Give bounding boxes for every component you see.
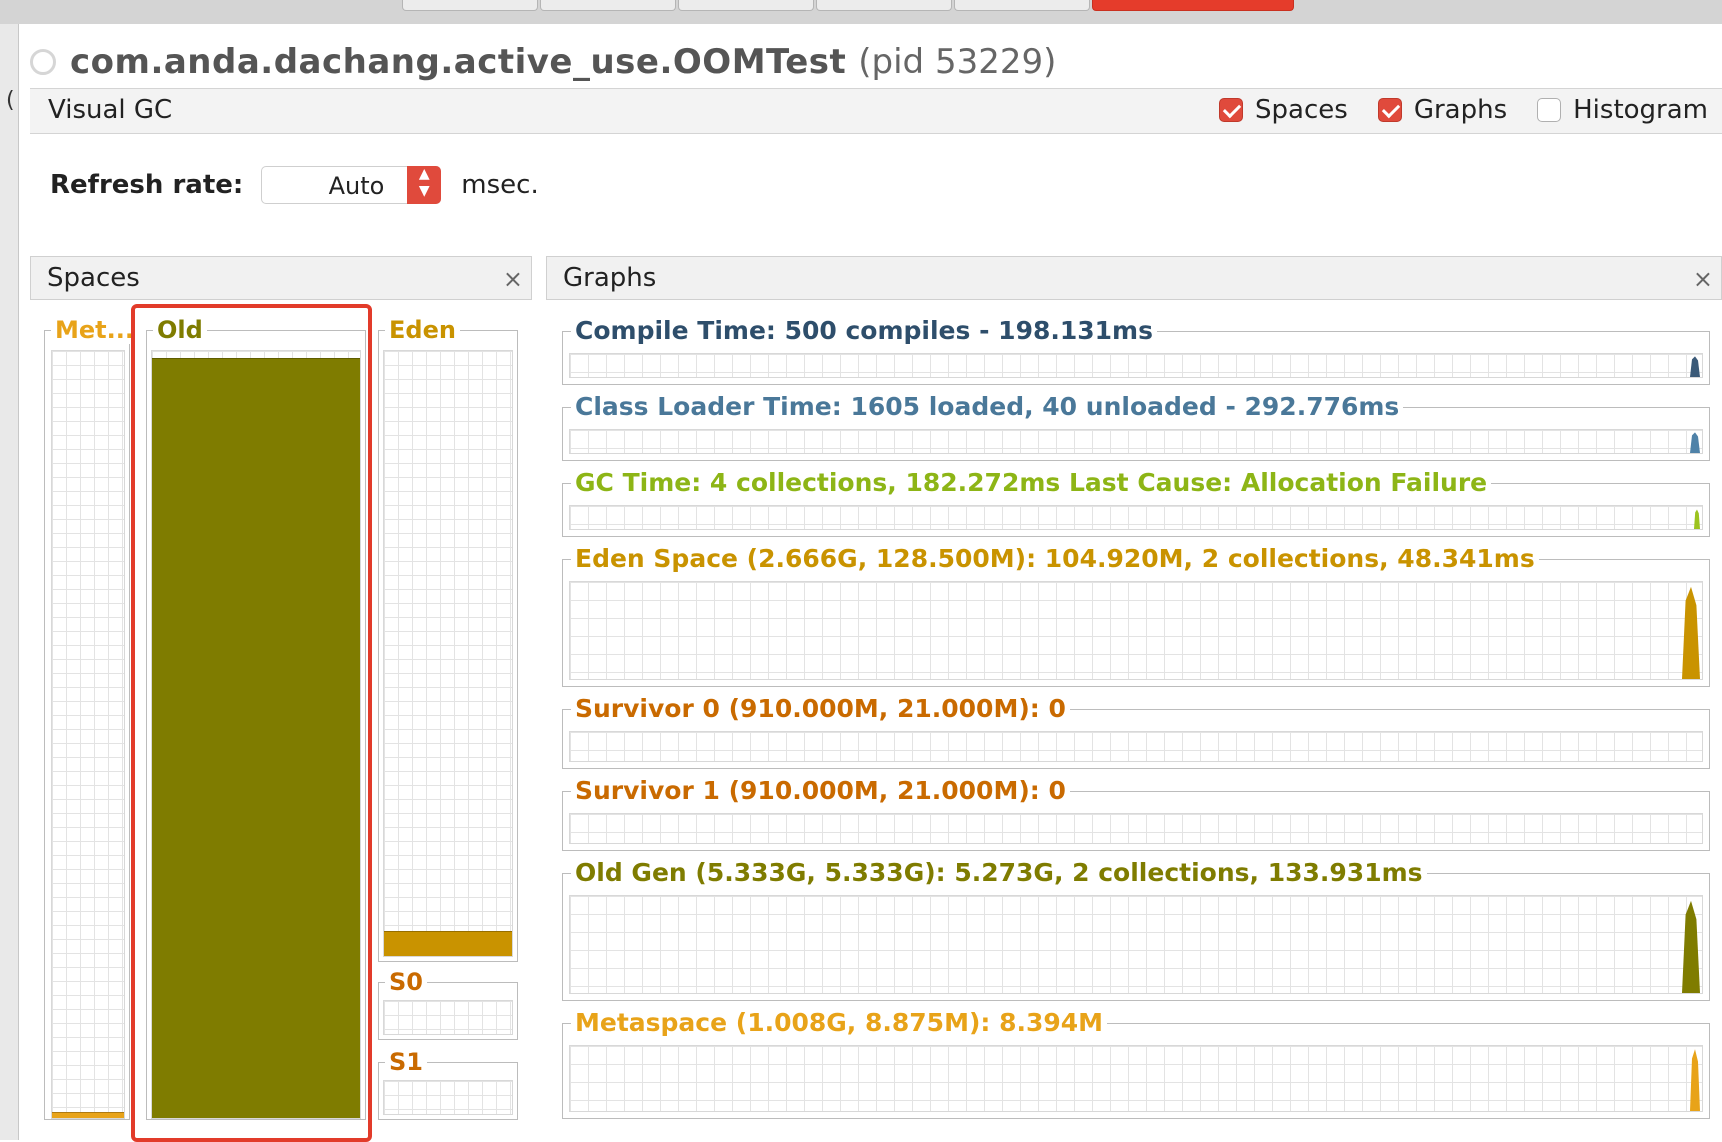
- space-s0-label: S0: [385, 968, 427, 996]
- space-eden-fill: [384, 930, 512, 956]
- top-tab[interactable]: [954, 0, 1090, 11]
- space-old-grid: [151, 350, 361, 1119]
- space-old: Old: [146, 316, 366, 1120]
- graph-compile-time-grid: [569, 353, 1703, 378]
- graph-survivor-1-title: Survivor 1 (910.000M, 21.000M): 0: [571, 776, 1070, 806]
- graph-eden-space: Eden Space (2.666G, 128.500M): 104.920M,…: [562, 544, 1710, 687]
- graph-old-gen-title: Old Gen (5.333G, 5.333G): 5.273G, 2 coll…: [571, 858, 1427, 888]
- stray-char: (: [6, 88, 15, 113]
- histogram-checkbox[interactable]: Histogram: [1537, 95, 1708, 125]
- checkbox-checked-icon[interactable]: [1377, 98, 1402, 122]
- histogram-checkbox-label: Histogram: [1573, 95, 1708, 125]
- space-s0: S0: [378, 968, 518, 1040]
- space-s0-grid: [383, 1000, 513, 1035]
- checkbox-unchecked-icon[interactable]: [1537, 98, 1562, 122]
- graph-metaspace-spike: [1690, 1049, 1700, 1111]
- graph-old-gen-grid: [569, 895, 1703, 994]
- graph-survivor-0-grid: [569, 731, 1703, 762]
- graph-class-loader-time-grid: [569, 429, 1703, 454]
- space-s1-label: S1: [385, 1048, 427, 1076]
- top-tab-strip: [0, 0, 1722, 24]
- refresh-rate-label: Refresh rate:: [50, 170, 244, 200]
- space-old-fill: [152, 357, 360, 1118]
- top-tab[interactable]: [402, 0, 538, 11]
- space-metaspace-label: Met...: [51, 316, 138, 344]
- refresh-rate-row: Refresh rate: Auto ▲ ▼ msec.: [50, 166, 539, 204]
- top-tab[interactable]: [816, 0, 952, 11]
- graph-metaspace-grid: [569, 1045, 1703, 1112]
- graph-old-gen: Old Gen (5.333G, 5.333G): 5.273G, 2 coll…: [562, 858, 1710, 1001]
- graph-metaspace: Metaspace (1.008G, 8.875M): 8.394M: [562, 1008, 1710, 1119]
- space-s1: S1: [378, 1048, 518, 1120]
- graph-compile-time-title: Compile Time: 500 compiles - 198.131ms: [571, 316, 1157, 346]
- refresh-rate-select[interactable]: Auto ▲ ▼: [261, 166, 442, 204]
- graph-gc-time-spike: [1694, 509, 1700, 529]
- graphs-panel-title: Graphs: [563, 263, 657, 293]
- spaces-panel-header: Spaces ×: [30, 256, 532, 300]
- graph-survivor-1-grid: [569, 813, 1703, 844]
- graph-eden-space-spike: [1682, 586, 1700, 679]
- space-eden-label: Eden: [385, 316, 460, 344]
- refresh-rate-value: Auto: [328, 172, 385, 200]
- refresh-rate-unit: msec.: [461, 170, 539, 200]
- loading-icon: [30, 49, 56, 75]
- visual-gc-title: Visual GC: [48, 95, 173, 125]
- space-metaspace-fill: [52, 1112, 124, 1118]
- top-tab[interactable]: [540, 0, 676, 11]
- graph-class-loader-time-title: Class Loader Time: 1605 loaded, 40 unloa…: [571, 392, 1404, 422]
- close-icon[interactable]: ×: [503, 265, 523, 293]
- graph-survivor-0: Survivor 0 (910.000M, 21.000M): 0: [562, 694, 1710, 769]
- graphs-checkbox-label: Graphs: [1413, 95, 1508, 125]
- graphs-checkbox[interactable]: Graphs: [1377, 95, 1508, 125]
- space-eden-grid: [383, 350, 513, 957]
- checkbox-checked-icon[interactable]: [1219, 98, 1244, 122]
- process-name: com.anda.dachang.active_use.OOMTest: [70, 42, 847, 82]
- top-tab-visual-gc[interactable]: [1092, 0, 1294, 11]
- graph-compile-time-spike: [1690, 356, 1700, 377]
- spaces-panel-title: Spaces: [47, 263, 140, 293]
- space-metaspace-grid: [51, 350, 125, 1119]
- graph-survivor-1: Survivor 1 (910.000M, 21.000M): 0: [562, 776, 1710, 851]
- graph-survivor-0-title: Survivor 0 (910.000M, 21.000M): 0: [571, 694, 1070, 724]
- graph-class-loader-time-spike: [1690, 432, 1700, 453]
- graph-gc-time-grid: [569, 505, 1703, 530]
- spaces-checkbox[interactable]: Spaces: [1219, 95, 1348, 125]
- up-down-arrows-icon[interactable]: ▲ ▼: [407, 166, 442, 204]
- process-header: com.anda.dachang.active_use.OOMTest (pid…: [30, 40, 1056, 84]
- space-s1-grid: [383, 1080, 513, 1115]
- close-icon[interactable]: ×: [1693, 265, 1713, 293]
- visual-gc-bar: Visual GC Spaces Graphs Histogram: [30, 88, 1722, 134]
- graph-eden-space-grid: [569, 581, 1703, 680]
- graph-class-loader-time: Class Loader Time: 1605 loaded, 40 unloa…: [562, 392, 1710, 461]
- spaces-checkbox-label: Spaces: [1255, 95, 1348, 125]
- graph-compile-time: Compile Time: 500 compiles - 198.131ms: [562, 316, 1710, 385]
- view-checkboxes: Spaces Graphs Histogram: [1189, 95, 1708, 125]
- graph-gc-time: GC Time: 4 collections, 182.272ms Last C…: [562, 468, 1710, 537]
- process-pid: (pid 53229): [858, 42, 1057, 82]
- left-window-edge: [0, 24, 19, 1140]
- space-old-label: Old: [153, 316, 207, 344]
- graph-old-gen-spike: [1682, 900, 1700, 993]
- graph-metaspace-title: Metaspace (1.008G, 8.875M): 8.394M: [571, 1008, 1108, 1038]
- space-eden: Eden: [378, 316, 518, 962]
- space-metaspace: Met...: [44, 316, 138, 1120]
- graph-gc-time-title: GC Time: 4 collections, 182.272ms Last C…: [571, 468, 1492, 498]
- graph-eden-space-title: Eden Space (2.666G, 128.500M): 104.920M,…: [571, 544, 1539, 574]
- graphs-panel-header: Graphs ×: [546, 256, 1722, 300]
- top-tab[interactable]: [678, 0, 814, 11]
